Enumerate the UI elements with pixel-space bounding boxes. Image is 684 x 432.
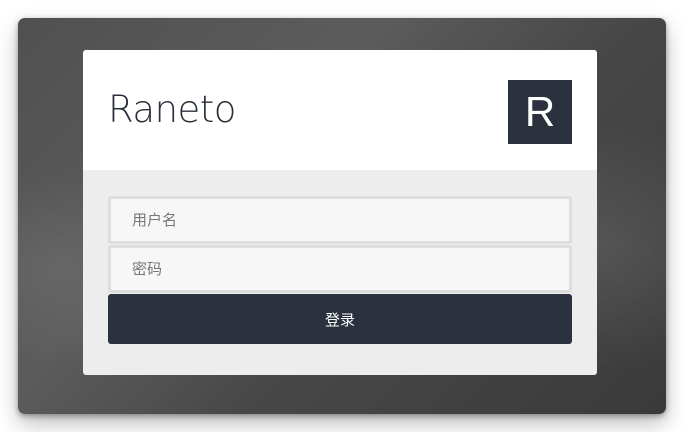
login-card: Raneto R 登录 <box>83 50 597 375</box>
username-input[interactable] <box>108 196 572 244</box>
login-card-header: Raneto R <box>83 50 597 170</box>
brand-logo: R <box>508 80 572 144</box>
login-form: 登录 <box>108 196 572 344</box>
brand-title: Raneto <box>108 88 236 131</box>
app-window: Raneto R 登录 <box>18 18 666 414</box>
password-input[interactable] <box>108 245 572 293</box>
login-button[interactable]: 登录 <box>108 294 572 344</box>
